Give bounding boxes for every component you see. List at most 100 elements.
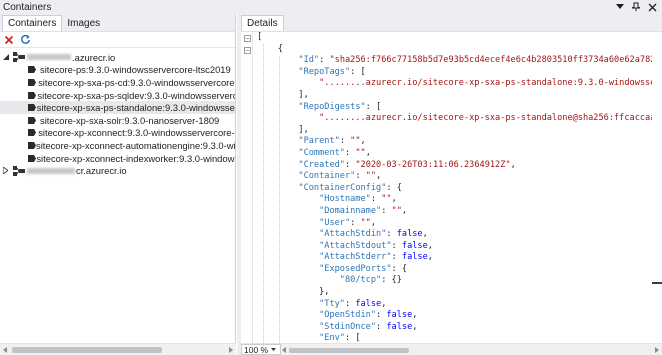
- image-name: sitecore-xp-xconnect:9.3.0-windowsserver…: [38, 127, 235, 139]
- json-string: "": [391, 205, 402, 216]
- scroll-right-arrow-icon[interactable]: [229, 347, 233, 353]
- json-punctuation: [: [257, 32, 263, 42]
- delete-icon[interactable]: [4, 35, 14, 45]
- json-key: "Env": [319, 333, 345, 343]
- json-string: "": [381, 194, 392, 205]
- json-punctuation: :: [344, 159, 356, 170]
- dropdown-arrow-icon[interactable]: [615, 2, 625, 12]
- json-punctuation: : {: [386, 182, 402, 193]
- refresh-icon[interactable]: [20, 34, 31, 45]
- image-name: sitecore-xp-sxa-solr:9.3.0-nanoserver-18…: [40, 114, 220, 126]
- image-name: sitecore-xp-sxa-ps-sqldev:9.3.0-windowss…: [37, 89, 235, 101]
- json-punctuation: :: [344, 147, 356, 158]
- json-punctuation: : [: [365, 101, 382, 112]
- image-name: sitecore-xp-sxa-ps-standalone:9.3.0-wind…: [36, 102, 235, 114]
- code-line: "Hostname": "",: [257, 194, 657, 206]
- code-line: {: [257, 44, 657, 56]
- image-name: sitecore-xp-xconnect-indexworker:9.3.0-w…: [36, 152, 235, 164]
- json-keyword: false: [401, 240, 428, 251]
- tab-details[interactable]: Details: [241, 15, 284, 31]
- scroll-left-arrow-icon[interactable]: [3, 347, 7, 353]
- scroll-right-arrow-icon[interactable]: [655, 346, 659, 353]
- code-line: "Tty": false,: [257, 299, 657, 311]
- scroll-left-arrow-icon[interactable]: [282, 346, 286, 353]
- json-punctuation: ,: [365, 147, 371, 158]
- registry-name: .azurecr.io: [72, 51, 116, 63]
- tab-containers[interactable]: Containers: [2, 15, 63, 31]
- image-tag-icon: [28, 78, 38, 86]
- redacted-text: [27, 167, 75, 174]
- code-line: "ContainerConfig": {: [257, 183, 657, 195]
- json-string: "": [360, 217, 371, 228]
- editor-statusbar: 100 %: [241, 343, 662, 355]
- json-keyword: false: [386, 310, 413, 321]
- scrollbar-thumb[interactable]: [12, 347, 162, 353]
- json-key: "Parent": [298, 136, 340, 147]
- code-line: "Container": "",: [257, 171, 657, 183]
- code-line: "80/tcp": {}: [257, 275, 657, 287]
- code-line: "Env": [: [257, 333, 657, 343]
- json-punctuation: },: [319, 287, 330, 298]
- close-icon[interactable]: [647, 2, 657, 12]
- image-tag-icon: [28, 141, 36, 149]
- image-tree: .azurecr.io sitecore-ps:9.3.0-windowsser…: [0, 48, 235, 177]
- tree-node-image[interactable]: sitecore-xp-sxa-solr:9.3.0-nanoserver-18…: [0, 114, 235, 127]
- json-key: "StdinOnce": [319, 321, 377, 332]
- tab-images[interactable]: Images: [62, 16, 105, 31]
- json-keyword: false: [396, 229, 423, 240]
- collapsed-triangle-icon[interactable]: [3, 167, 11, 175]
- json-key: "Hostname": [319, 194, 371, 205]
- json-key: "RepoTags": [298, 66, 351, 77]
- vertical-scrollbar[interactable]: [652, 32, 662, 343]
- horizontal-scrollbar[interactable]: [281, 345, 662, 355]
- details-tabs: Details: [241, 14, 662, 32]
- expanded-triangle-icon[interactable]: [3, 54, 11, 61]
- chevron-down-icon: [271, 348, 277, 351]
- json-key: "AttachStderr": [319, 252, 392, 263]
- code-line: "AttachStderr": false,: [257, 252, 657, 264]
- code-line: "Created": "2020-03-26T03:11:06.2364912Z…: [257, 160, 657, 172]
- scrollbar-marker: [652, 282, 662, 284]
- scrollbar-thumb[interactable]: [289, 347, 409, 353]
- tree-node-registry[interactable]: cr.azurecr.io: [0, 164, 235, 177]
- json-key: "Comment": [298, 147, 345, 158]
- json-string: "": [355, 147, 366, 158]
- tree-node-image[interactable]: sitecore-ps:9.3.0-windowsservercore-ltsc…: [0, 64, 235, 77]
- json-punctuation: ,: [370, 217, 377, 228]
- json-punctuation: :: [319, 55, 330, 66]
- horizontal-scrollbar[interactable]: [0, 343, 236, 355]
- pin-icon[interactable]: [631, 2, 641, 12]
- json-punctuation: ,: [376, 171, 382, 182]
- tree-node-image[interactable]: sitecore-xp-sxa-ps-standalone:9.3.0-wind…: [0, 101, 235, 114]
- code-line: "Parent": "",: [257, 136, 657, 148]
- code-line: "........azurecr.io/sitecore-xp-sxa-ps-s…: [257, 113, 662, 125]
- json-punctuation: ],: [298, 124, 309, 135]
- fold-toggle-icon[interactable]: −: [244, 47, 251, 54]
- tree-node-image[interactable]: sitecore-xp-xconnect-indexworker:9.3.0-w…: [0, 152, 235, 165]
- explorer-pane: Containers Images .azurecr.io sitecore-p…: [0, 14, 236, 355]
- json-editor[interactable]: − − [ { "Id": "sha256:f766c77158b5d7e93b…: [241, 32, 662, 343]
- tree-node-image[interactable]: sitecore-xp-xconnect:9.3.0-windowsserver…: [0, 127, 235, 140]
- json-punctuation: ,: [360, 136, 366, 147]
- tree-node-image[interactable]: sitecore-xp-sxa-ps-sqldev:9.3.0-windowss…: [0, 89, 235, 102]
- tree-node-registry[interactable]: .azurecr.io: [0, 51, 235, 64]
- json-string: "........azurecr.io/sitecore-xp-sxa-ps-s…: [319, 113, 662, 124]
- redacted-text: [27, 54, 71, 61]
- json-key: "ContainerConfig": [298, 182, 387, 193]
- json-punctuation: :: [370, 194, 382, 205]
- image-name: sitecore-xp-xconnect-automationengine:9.…: [36, 139, 235, 151]
- image-tag-icon: [28, 104, 37, 112]
- registry-icon: [11, 52, 27, 63]
- tree-node-image[interactable]: sitecore-xp-xconnect-automationengine:9.…: [0, 139, 235, 152]
- code-line: "........azurecr.io/sitecore-xp-sxa-ps-s…: [257, 78, 662, 90]
- zoom-selector[interactable]: 100 %: [241, 344, 281, 355]
- code-line: "Comment": "",: [257, 148, 657, 160]
- json-key: "Created": [298, 159, 345, 170]
- json-key: "AttachStdout": [319, 240, 392, 251]
- json-key: "Container": [298, 171, 356, 182]
- code-line: [: [257, 32, 657, 44]
- tree-node-image[interactable]: sitecore-xp-sxa-ps-cd:9.3.0-windowsserve…: [0, 76, 235, 89]
- json-string: "": [350, 136, 361, 147]
- fold-toggle-icon[interactable]: −: [244, 35, 251, 42]
- json-punctuation: :: [386, 229, 397, 240]
